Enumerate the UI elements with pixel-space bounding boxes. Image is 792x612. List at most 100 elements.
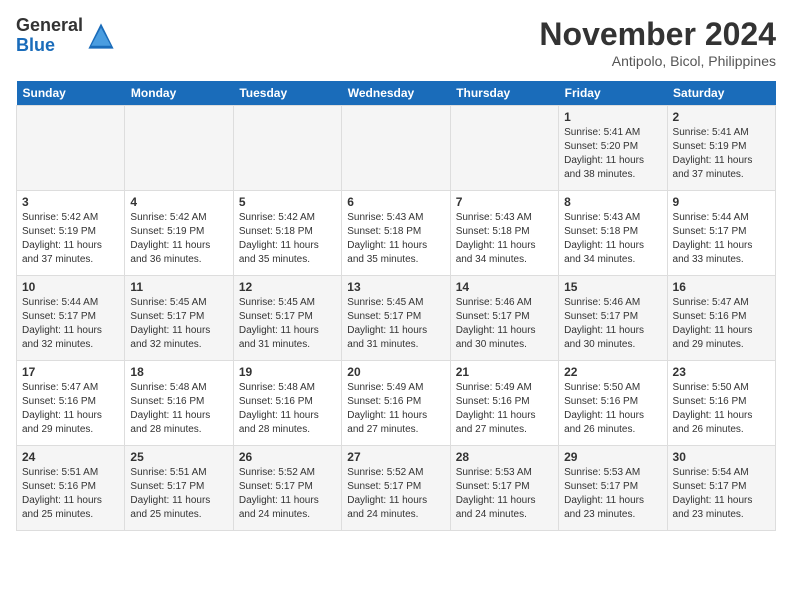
day-number: 28: [456, 450, 553, 464]
calendar-cell: 30Sunrise: 5:54 AM Sunset: 5:17 PM Dayli…: [667, 446, 775, 531]
day-number: 10: [22, 280, 119, 294]
calendar-cell: 8Sunrise: 5:43 AM Sunset: 5:18 PM Daylig…: [559, 191, 667, 276]
calendar-cell: 28 Sunrise: 5:53 AM Sunset: 5:17 PM Dayli…: [450, 446, 558, 531]
day-number: 13: [347, 280, 444, 294]
calendar-cell: 1 Sunrise: 5:41 AM Sunset: 5:20 PM Daylig…: [559, 106, 667, 191]
day-number: 14: [456, 280, 553, 294]
calendar-week-3: 10 Sunrise: 5:44 AM Sunset: 5:17 PM Dayli…: [17, 276, 776, 361]
logo-general: General: [16, 16, 83, 36]
day-number: 12: [239, 280, 336, 294]
day-info: Sunrise: 5:45 AM Sunset: 5:17 PM Dayligh…: [239, 296, 336, 352]
day-number: 15: [564, 280, 661, 294]
calendar-cell: 29Sunrise: 5:53 AM Sunset: 5:17 PM Dayli…: [559, 446, 667, 531]
day-number: 16: [673, 280, 770, 294]
day-number: 7: [456, 195, 553, 209]
day-number: 21: [456, 365, 553, 379]
calendar-cell: 13 Sunrise: 5:45 AM Sunset: 5:17 PM Dayli…: [342, 276, 450, 361]
calendar-week-2: 3Sunrise: 5:42 AM Sunset: 5:19 PM Daylig…: [17, 191, 776, 276]
calendar-cell: 15 Sunrise: 5:46 AM Sunset: 5:17 PM Dayli…: [559, 276, 667, 361]
day-info: Sunrise: 5:47 AM Sunset: 5:16 PM Dayligh…: [673, 296, 770, 352]
calendar-cell: 26Sunrise: 5:52 AM Sunset: 5:17 PM Dayli…: [233, 446, 341, 531]
logo: General Blue: [16, 16, 115, 56]
calendar-cell: 11Sunrise: 5:45 AM Sunset: 5:17 PM Dayli…: [125, 276, 233, 361]
calendar-cell: 19 Sunrise: 5:48 AM Sunset: 5:16 PM Dayli…: [233, 361, 341, 446]
calendar-cell: 3Sunrise: 5:42 AM Sunset: 5:19 PM Daylig…: [17, 191, 125, 276]
weekday-header-wednesday: Wednesday: [342, 81, 450, 106]
day-info: Sunrise: 5:45 AM Sunset: 5:17 PM Dayligh…: [347, 296, 444, 352]
calendar-cell: 22 Sunrise: 5:50 AM Sunset: 5:16 PM Dayli…: [559, 361, 667, 446]
weekday-header-tuesday: Tuesday: [233, 81, 341, 106]
day-number: 11: [130, 280, 227, 294]
day-number: 9: [673, 195, 770, 209]
logo-icon: [87, 22, 115, 50]
day-info: Sunrise: 5:48 AM Sunset: 5:16 PM Dayligh…: [239, 381, 336, 437]
day-info: Sunrise: 5:46 AM Sunset: 5:17 PM Dayligh…: [564, 296, 661, 352]
day-number: 24: [22, 450, 119, 464]
calendar-cell: 2Sunrise: 5:41 AM Sunset: 5:19 PM Daylig…: [667, 106, 775, 191]
weekday-header-friday: Friday: [559, 81, 667, 106]
weekday-header-sunday: Sunday: [17, 81, 125, 106]
day-number: 29: [564, 450, 661, 464]
calendar-cell: 23 Sunrise: 5:50 AM Sunset: 5:16 PM Dayli…: [667, 361, 775, 446]
month-title: November 2024: [539, 16, 776, 53]
day-info: Sunrise: 5:46 AM Sunset: 5:17 PM Dayligh…: [456, 296, 553, 352]
day-number: 18: [130, 365, 227, 379]
calendar-week-4: 17 Sunrise: 5:47 AM Sunset: 5:16 PM Dayli…: [17, 361, 776, 446]
day-number: 27: [347, 450, 444, 464]
day-info: Sunrise: 5:41 AM Sunset: 5:20 PM Dayligh…: [564, 126, 661, 182]
calendar-cell: 18 Sunrise: 5:48 AM Sunset: 5:16 PM Dayli…: [125, 361, 233, 446]
day-info: Sunrise: 5:52 AM Sunset: 5:17 PM Dayligh…: [347, 466, 444, 522]
day-info: Sunrise: 5:43 AM Sunset: 5:18 PM Dayligh…: [456, 211, 553, 267]
day-info: Sunrise: 5:42 AM Sunset: 5:19 PM Dayligh…: [22, 211, 119, 267]
page-header: General Blue November 2024 Antipolo, Bic…: [16, 16, 776, 69]
day-number: 17: [22, 365, 119, 379]
day-info: Sunrise: 5:53 AM Sunset: 5:17 PM Dayligh…: [456, 466, 553, 522]
day-number: 19: [239, 365, 336, 379]
day-info: Sunrise: 5:43 AM Sunset: 5:18 PM Dayligh…: [347, 211, 444, 267]
calendar-cell: 21 Sunrise: 5:49 AM Sunset: 5:16 PM Dayli…: [450, 361, 558, 446]
day-info: Sunrise: 5:49 AM Sunset: 5:16 PM Dayligh…: [347, 381, 444, 437]
calendar-cell: 17 Sunrise: 5:47 AM Sunset: 5:16 PM Dayli…: [17, 361, 125, 446]
day-info: Sunrise: 5:48 AM Sunset: 5:16 PM Dayligh…: [130, 381, 227, 437]
calendar-cell: 5 Sunrise: 5:42 AM Sunset: 5:18 PM Daylig…: [233, 191, 341, 276]
day-info: Sunrise: 5:51 AM Sunset: 5:16 PM Dayligh…: [22, 466, 119, 522]
calendar-cell: 9 Sunrise: 5:44 AM Sunset: 5:17 PM Daylig…: [667, 191, 775, 276]
day-number: 20: [347, 365, 444, 379]
day-number: 5: [239, 195, 336, 209]
calendar-cell: [342, 106, 450, 191]
day-number: 1: [564, 110, 661, 124]
calendar-cell: 20 Sunrise: 5:49 AM Sunset: 5:16 PM Dayli…: [342, 361, 450, 446]
day-info: Sunrise: 5:43 AM Sunset: 5:18 PM Dayligh…: [564, 211, 661, 267]
calendar-cell: 12 Sunrise: 5:45 AM Sunset: 5:17 PM Dayli…: [233, 276, 341, 361]
weekday-header-monday: Monday: [125, 81, 233, 106]
calendar-cell: [125, 106, 233, 191]
day-info: Sunrise: 5:42 AM Sunset: 5:18 PM Dayligh…: [239, 211, 336, 267]
calendar-week-1: 1 Sunrise: 5:41 AM Sunset: 5:20 PM Daylig…: [17, 106, 776, 191]
weekday-header-row: SundayMondayTuesdayWednesdayThursdayFrid…: [17, 81, 776, 106]
day-info: Sunrise: 5:52 AM Sunset: 5:17 PM Dayligh…: [239, 466, 336, 522]
calendar-cell: 24 Sunrise: 5:51 AM Sunset: 5:16 PM Dayli…: [17, 446, 125, 531]
day-number: 22: [564, 365, 661, 379]
day-number: 6: [347, 195, 444, 209]
calendar-cell: 7 Sunrise: 5:43 AM Sunset: 5:18 PM Daylig…: [450, 191, 558, 276]
day-number: 4: [130, 195, 227, 209]
day-info: Sunrise: 5:50 AM Sunset: 5:16 PM Dayligh…: [673, 381, 770, 437]
day-info: Sunrise: 5:41 AM Sunset: 5:19 PM Dayligh…: [673, 126, 770, 182]
day-info: Sunrise: 5:44 AM Sunset: 5:17 PM Dayligh…: [673, 211, 770, 267]
weekday-header-thursday: Thursday: [450, 81, 558, 106]
day-info: Sunrise: 5:50 AM Sunset: 5:16 PM Dayligh…: [564, 381, 661, 437]
calendar-cell: 4 Sunrise: 5:42 AM Sunset: 5:19 PM Daylig…: [125, 191, 233, 276]
day-number: 23: [673, 365, 770, 379]
day-info: Sunrise: 5:42 AM Sunset: 5:19 PM Dayligh…: [130, 211, 227, 267]
day-info: Sunrise: 5:47 AM Sunset: 5:16 PM Dayligh…: [22, 381, 119, 437]
calendar-table: SundayMondayTuesdayWednesdayThursdayFrid…: [16, 81, 776, 531]
day-number: 25: [130, 450, 227, 464]
calendar-cell: [233, 106, 341, 191]
day-info: Sunrise: 5:54 AM Sunset: 5:17 PM Dayligh…: [673, 466, 770, 522]
location: Antipolo, Bicol, Philippines: [539, 53, 776, 69]
calendar-cell: 16 Sunrise: 5:47 AM Sunset: 5:16 PM Dayli…: [667, 276, 775, 361]
calendar-week-5: 24 Sunrise: 5:51 AM Sunset: 5:16 PM Dayli…: [17, 446, 776, 531]
day-info: Sunrise: 5:49 AM Sunset: 5:16 PM Dayligh…: [456, 381, 553, 437]
day-info: Sunrise: 5:44 AM Sunset: 5:17 PM Dayligh…: [22, 296, 119, 352]
weekday-header-saturday: Saturday: [667, 81, 775, 106]
